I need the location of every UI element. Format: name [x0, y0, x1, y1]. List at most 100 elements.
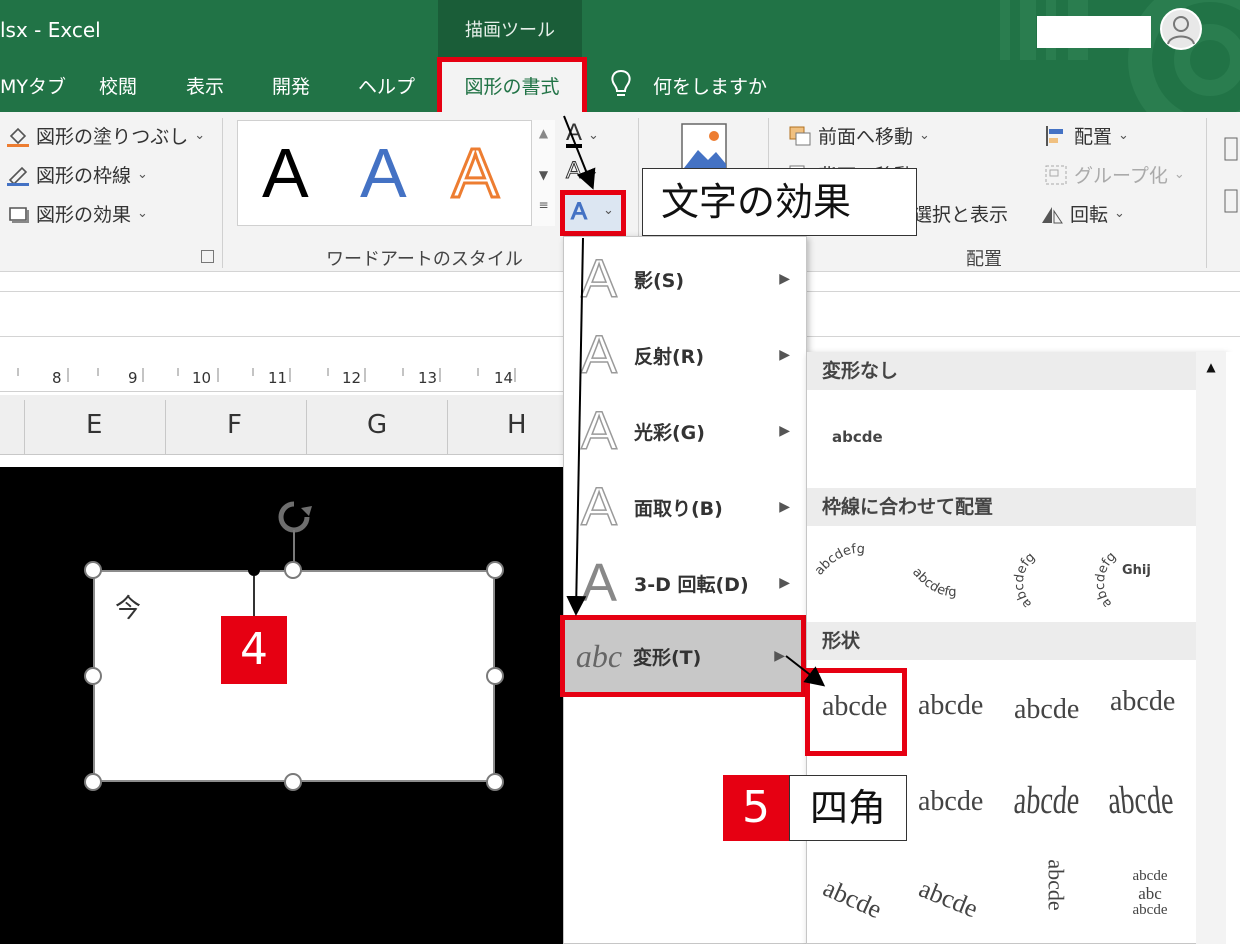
3d-rotation-icon: A — [580, 553, 618, 613]
group-separator — [222, 118, 223, 268]
warp-triangle-up-option[interactable]: abcde — [918, 690, 983, 722]
selected-textbox[interactable]: 今 — [93, 570, 495, 782]
warp-circle-option[interactable]: abcde — [1043, 859, 1069, 910]
circle-option[interactable]: abcdefg — [1012, 550, 1038, 611]
menu-item-reflection[interactable]: A 反射(R) ▶ — [564, 317, 806, 393]
button-option[interactable]: abcdefg — [1093, 549, 1119, 610]
scroll-up-icon[interactable]: ▲ — [1196, 360, 1226, 374]
column-divider[interactable] — [306, 400, 307, 455]
transform-none-option[interactable]: abcde — [832, 428, 883, 446]
account-name-box[interactable] — [1037, 16, 1151, 48]
wordart-style-blue[interactable]: A — [360, 134, 407, 212]
right-edge — [1226, 352, 1240, 944]
rotate-icon — [1042, 206, 1063, 223]
step-4-badge: 4 — [221, 616, 287, 684]
resize-handle-top-right[interactable] — [486, 561, 504, 579]
menu-label-glow: 光彩(G) — [634, 421, 705, 444]
resize-handle-bottom-right[interactable] — [486, 773, 504, 791]
drawing-tools-label: 描画ツール — [465, 20, 555, 41]
lightbulb-icon — [611, 69, 631, 96]
text-outline-button[interactable]: A ⌄ — [565, 158, 598, 183]
wordart-style-black[interactable]: A — [262, 134, 309, 212]
tab-view[interactable]: 表示 — [186, 72, 224, 99]
resize-handle-top[interactable] — [284, 561, 302, 579]
arrange-group-label: 配置 — [966, 249, 1002, 270]
resize-handle-bottom-left[interactable] — [84, 773, 102, 791]
submenu-arrow-icon: ▶ — [774, 648, 785, 664]
warp-ring-outside-option[interactable]: abcde — [1106, 780, 1176, 825]
column-header-e[interactable]: E — [86, 410, 102, 440]
align-icon — [1046, 125, 1063, 146]
tab-review[interactable]: 校閲 — [99, 72, 137, 99]
arch-down-option[interactable]: abcdefg — [909, 565, 956, 600]
tell-me-search[interactable]: 何をしますか — [653, 72, 767, 99]
warp-button-middle: abc — [1138, 884, 1162, 903]
menu-item-glow[interactable]: A 光彩(G) ▶ — [564, 393, 806, 469]
resize-handle-left[interactable] — [84, 667, 102, 685]
follow-path-options[interactable]: abcdefg abcdefg abcdefg abcdefg Ghij — [812, 530, 1196, 616]
chevron-down-icon: ⌄ — [137, 206, 148, 221]
menu-item-transform[interactable]: abc 変形(T) ▶ — [560, 615, 806, 697]
warp-chevron-option[interactable]: abcde — [1110, 686, 1175, 718]
column-headers — [0, 395, 565, 455]
text-fill-icon: A — [566, 119, 583, 148]
gallery-more-icon[interactable]: ≡ — [532, 198, 555, 212]
warp-button-option[interactable]: abcde abc abcde — [1112, 868, 1188, 919]
menu-item-3d-rotation[interactable]: A 3-D 回転(D) ▶ — [564, 545, 806, 621]
resize-handle-bottom[interactable] — [284, 773, 302, 791]
step-5-badge: 5 — [723, 775, 789, 841]
warp-square-option[interactable]: abcde — [805, 668, 907, 756]
text-fill-button[interactable]: A ⌄ — [566, 119, 599, 148]
bring-forward-label: 前面へ移動 — [818, 126, 914, 148]
shape-outline-button[interactable]: 図形の枠線 ⌄ — [6, 161, 148, 188]
ruler-mark: 11 — [268, 369, 288, 387]
reflection-icon: A — [580, 324, 618, 386]
gallery-scroll[interactable]: ▲ ▼ ≡ — [531, 120, 555, 226]
column-divider[interactable] — [447, 400, 448, 455]
wordart-style-orange[interactable]: A — [451, 133, 501, 214]
chevron-down-icon: ⌄ — [194, 128, 206, 143]
column-header-g[interactable]: G — [367, 410, 387, 440]
ruler-mark: 13 — [418, 369, 438, 387]
rotate-label: 回転 — [1070, 204, 1109, 226]
warp-curve-option[interactable]: abcde — [918, 786, 983, 818]
scroll-up-icon[interactable]: ▲ — [532, 126, 555, 140]
shape-effects-button[interactable]: 図形の効果 ⌄ — [6, 200, 148, 227]
column-header-h[interactable]: H — [507, 410, 527, 440]
user-icon — [1167, 16, 1195, 45]
size-icons[interactable] — [1222, 134, 1240, 224]
align-button[interactable]: 配置 ⌄ — [1044, 122, 1129, 149]
gallery-scrollbar[interactable]: ▲ — [1196, 352, 1226, 944]
warp-triangle-down-option[interactable]: abcde — [1014, 694, 1079, 726]
menu-item-shadow[interactable]: A 影(S) ▶ — [564, 241, 806, 317]
tab-shape-format[interactable]: 図形の書式 — [437, 57, 587, 117]
resize-handle-top-left[interactable] — [84, 561, 102, 579]
menu-item-bevel[interactable]: A 面取り(B) ▶ — [564, 469, 806, 545]
dialog-launcher-icon[interactable] — [201, 250, 214, 263]
submenu-arrow-icon: ▶ — [779, 575, 790, 591]
arch-up-option[interactable]: abcdefg — [812, 542, 866, 579]
column-header-f[interactable]: F — [227, 410, 242, 440]
alt-text-icon[interactable] — [680, 122, 728, 174]
bring-forward-button[interactable]: 前面へ移動 ⌄ — [788, 122, 930, 149]
textbox-text: 今 — [115, 594, 142, 624]
ruler-mark: 8 — [52, 369, 62, 387]
tab-developer[interactable]: 開発 — [272, 72, 310, 99]
bevel-icon: A — [580, 476, 618, 538]
group-objects-button[interactable]: グループ化 ⌄ — [1044, 161, 1185, 188]
ruler-mark: 14 — [494, 369, 514, 387]
text-effects-button[interactable]: A ⌄ — [560, 190, 626, 236]
tab-help[interactable]: ヘルプ — [358, 72, 415, 99]
tab-my-tab[interactable]: MYタブ — [0, 72, 66, 99]
scroll-down-icon[interactable]: ▼ — [532, 168, 555, 182]
resize-handle-right[interactable] — [486, 667, 504, 685]
rotate-button[interactable]: 回転 ⌄ — [1040, 200, 1125, 227]
warp-ring-inside-option[interactable]: abcde — [1012, 780, 1081, 825]
ruler-mark: 12 — [342, 369, 362, 387]
column-divider[interactable] — [24, 400, 25, 455]
column-divider[interactable] — [165, 400, 166, 455]
shape-fill-button[interactable]: 図形の塗りつぶし ⌄ — [6, 122, 205, 149]
ruler-mark: 10 — [192, 369, 212, 387]
chevron-down-icon: ⌄ — [588, 127, 599, 143]
account-avatar[interactable] — [1160, 8, 1202, 50]
